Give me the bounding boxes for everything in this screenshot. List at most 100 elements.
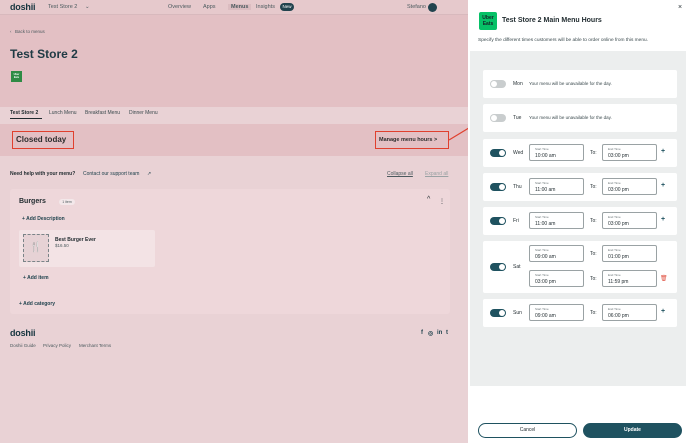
footer-link-guide[interactable]: Doshii Guide: [10, 343, 36, 348]
to-label: To:: [590, 310, 597, 316]
toggle-knob: [499, 264, 505, 270]
time-value: 10:00 am: [535, 153, 556, 159]
add-slot-icon[interactable]: +: [661, 182, 665, 189]
toggle-sat[interactable]: [490, 263, 506, 271]
tab-test-store-2[interactable]: Test Store 2: [10, 110, 38, 116]
cancel-button[interactable]: Cancel: [478, 423, 577, 438]
end-time-input-sat[interactable]: End Time 11:59 pm: [602, 270, 657, 287]
start-time-input-fri[interactable]: Start Time 11:00 am: [529, 212, 584, 229]
top-navbar: doshii Test Store 2 ⌄ Overview Apps Menu…: [0, 0, 468, 15]
add-slot-icon[interactable]: +: [661, 148, 665, 155]
nav-overview[interactable]: Overview: [168, 4, 191, 10]
toggle-knob: [499, 184, 505, 190]
avatar[interactable]: [428, 3, 437, 12]
facebook-icon[interactable]: f: [421, 330, 423, 336]
to-label: To:: [590, 251, 597, 257]
to-label: To:: [590, 218, 597, 224]
category-name: Burgers: [19, 198, 46, 205]
day-label-mon: Mon: [513, 81, 523, 87]
linkedin-icon[interactable]: in: [437, 330, 442, 336]
active-tab-indicator: [10, 118, 42, 119]
toggle-thu[interactable]: [490, 183, 506, 191]
closed-today-status: Closed today: [12, 131, 74, 149]
unavailable-text: Your menu will be unavailable for the da…: [529, 81, 612, 86]
time-field-label: Start Time: [535, 307, 549, 311]
add-slot-icon[interactable]: +: [661, 216, 665, 223]
time-value: 03:00 pm: [608, 187, 629, 193]
to-label: To:: [590, 150, 597, 156]
user-name[interactable]: Stefano: [407, 4, 426, 10]
end-time-input-thu[interactable]: End Time 03:00 pm: [602, 178, 657, 195]
page-title: Test Store 2: [10, 47, 78, 61]
time-value: 06:00 pm: [608, 313, 629, 319]
toggle-wed[interactable]: [490, 149, 506, 157]
nav-apps[interactable]: Apps: [203, 4, 216, 10]
time-value: 09:00 am: [535, 254, 556, 260]
toggle-fri[interactable]: [490, 217, 506, 225]
collapse-all-button[interactable]: Collapse all: [387, 171, 413, 177]
footer-link-terms[interactable]: Merchant Terms: [79, 343, 111, 348]
back-to-menus-link[interactable]: Back to menus: [15, 29, 45, 34]
add-description-button[interactable]: + Add Description: [22, 216, 65, 222]
update-button[interactable]: Update: [583, 423, 682, 438]
time-field-label: End Time: [608, 273, 621, 277]
chevron-down-icon[interactable]: ⌄: [85, 4, 90, 10]
instagram-icon[interactable]: ◎: [428, 330, 433, 337]
tab-dinner-menu[interactable]: Dinner Menu: [129, 110, 158, 116]
toggle-knob: [499, 150, 505, 156]
panel-subtitle: Specify the different times customers wi…: [478, 38, 649, 43]
to-label: To:: [590, 184, 597, 190]
add-category-button[interactable]: + Add category: [19, 301, 55, 307]
contact-support-link[interactable]: Contact our support team: [83, 171, 139, 177]
time-field-label: End Time: [608, 147, 621, 151]
toggle-knob: [491, 81, 497, 87]
day-label-wed: Wed: [513, 150, 524, 156]
time-value: 03:00 pm: [535, 279, 556, 285]
help-text: Need help with your menu?: [10, 171, 76, 177]
close-icon[interactable]: ×: [678, 4, 682, 11]
toggle-tue[interactable]: [490, 114, 506, 122]
nav-insights[interactable]: Insights: [256, 4, 275, 10]
time-field-label: End Time: [608, 307, 621, 311]
uber-eats-logo: Uber Eats: [479, 12, 497, 30]
store-selector[interactable]: Test Store 2: [48, 4, 77, 10]
time-value: 09:00 am: [535, 313, 556, 319]
start-time-input-sat[interactable]: Start Time 09:00 am: [529, 245, 584, 262]
tab-breakfast-menu[interactable]: Breakfast Menu: [85, 110, 120, 116]
expand-all-button[interactable]: Expand all: [425, 171, 448, 177]
end-time-input-sat[interactable]: End Time 01:00 pm: [602, 245, 657, 262]
footer-link-privacy[interactable]: Privacy Policy: [43, 343, 71, 348]
nav-menus[interactable]: Menus: [228, 4, 252, 10]
start-time-input-thu[interactable]: Start Time 11:00 am: [529, 178, 584, 195]
add-slot-icon[interactable]: +: [661, 308, 665, 315]
tab-lunch-menu[interactable]: Lunch Menu: [49, 110, 77, 116]
footer: doshii: [0, 320, 468, 443]
manage-menu-hours-button[interactable]: Manage menu hours >: [375, 131, 449, 149]
time-value: 11:59 pm: [608, 279, 629, 285]
item-count-badge: 1 item: [59, 199, 75, 205]
toggle-mon[interactable]: [490, 80, 506, 88]
twitter-icon[interactable]: t: [446, 330, 448, 336]
store-header: [0, 15, 468, 107]
start-time-input-sat[interactable]: Start Time 03:00 pm: [529, 270, 584, 287]
end-time-input-sun[interactable]: End Time 06:00 pm: [602, 304, 657, 321]
end-time-input-fri[interactable]: End Time 03:00 pm: [602, 212, 657, 229]
toggle-knob: [499, 218, 505, 224]
day-label-thu: Thu: [513, 184, 522, 190]
chevron-up-icon[interactable]: ^: [427, 196, 430, 203]
add-item-button[interactable]: + Add item: [23, 275, 49, 281]
time-field-label: End Time: [608, 215, 621, 219]
more-options-icon[interactable]: ⋮: [439, 198, 445, 205]
back-icon[interactable]: ‹: [10, 29, 12, 34]
panel-title: Test Store 2 Main Menu Hours: [502, 17, 602, 24]
toggle-sun[interactable]: [490, 309, 506, 317]
item-price: $16.50: [55, 243, 69, 248]
start-time-input-wed[interactable]: Start Time 10:00 am: [529, 144, 584, 161]
end-time-input-wed[interactable]: End Time 03:00 pm: [602, 144, 657, 161]
trash-icon[interactable]: 🗑: [660, 275, 668, 282]
start-time-input-sun[interactable]: Start Time 09:00 am: [529, 304, 584, 321]
doshii-logo: doshii: [10, 2, 36, 12]
time-field-label: Start Time: [535, 248, 549, 252]
day-label-sun: Sun: [513, 310, 522, 316]
time-value: 11:00 am: [535, 187, 556, 193]
